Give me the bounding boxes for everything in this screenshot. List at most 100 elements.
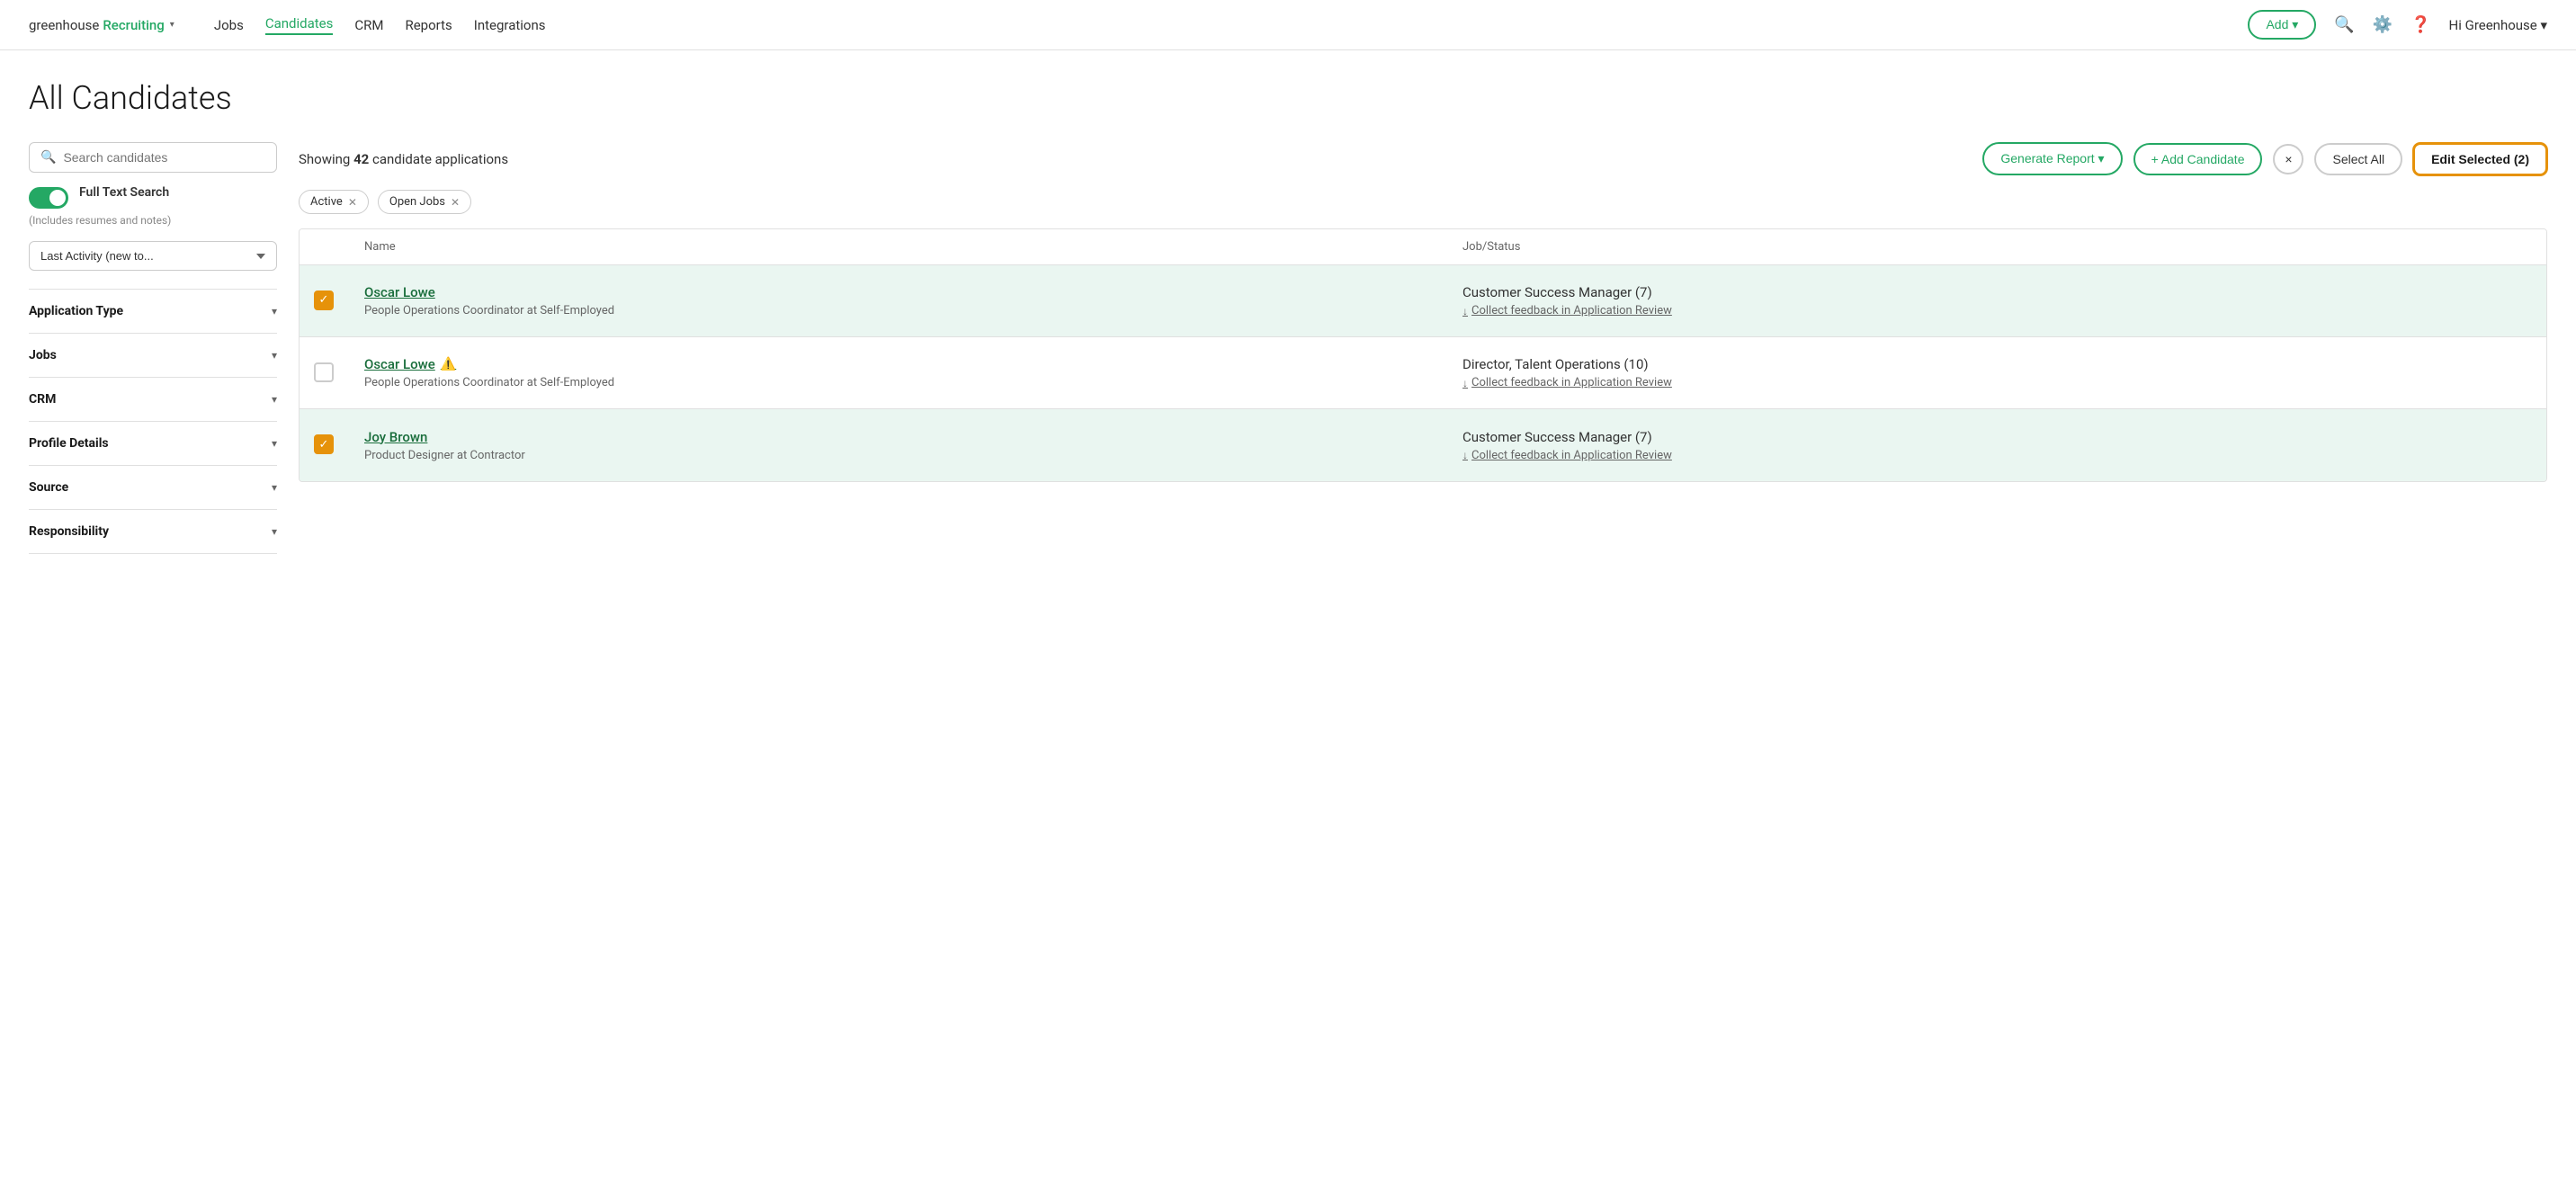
job-title-1: Customer Success Manager (7) (1462, 284, 2532, 300)
filter-tag-open-jobs[interactable]: Open Jobs ✕ (378, 190, 471, 214)
full-text-toggle[interactable] (29, 187, 68, 209)
sidebar-section-crm-label: CRM (29, 392, 56, 407)
nav-crm[interactable]: CRM (354, 17, 383, 33)
sidebar-section-application-type-header[interactable]: Application Type ▾ (29, 290, 277, 333)
name-cell-1: Oscar Lowe People Operations Coordinator… (350, 270, 1448, 332)
sidebar-section-source-header[interactable]: Source ▾ (29, 466, 277, 509)
collect-arrow-icon-3: ↓ (1462, 449, 1468, 461)
row-checkbox-2[interactable] (314, 362, 335, 384)
candidate-name-text-1: Oscar Lowe (364, 284, 435, 300)
table-row: ✓ Joy Brown Product Designer at Contract… (300, 409, 2546, 481)
select-all-button[interactable]: Select All (2314, 143, 2402, 175)
nav-jobs[interactable]: Jobs (214, 17, 244, 33)
search-icon: 🔍 (40, 150, 56, 165)
add-button[interactable]: Add ▾ (2248, 10, 2316, 40)
candidate-sub-3: Product Designer at Contractor (364, 449, 1434, 462)
filter-tag-active-remove[interactable]: ✕ (348, 196, 357, 209)
th-name: Name (350, 229, 1448, 264)
chevron-down-icon: ▾ (272, 305, 277, 317)
chevron-down-icon-responsibility: ▾ (272, 525, 277, 538)
collect-arrow-icon-1: ↓ (1462, 305, 1468, 317)
filter-tag-open-jobs-label: Open Jobs (389, 195, 445, 209)
name-cell-3: Joy Brown Product Designer at Contractor (350, 415, 1448, 477)
row-checkbox-1[interactable]: ✓ (314, 291, 335, 312)
sidebar: 🔍 Full Text Search (Includes resumes and… (29, 142, 299, 554)
help-icon-button[interactable]: ❓ (2411, 15, 2430, 34)
collect-link-text-2: Collect feedback in Application Review (1471, 376, 1672, 389)
candidates-table: Name Job/Status ✓ (299, 228, 2547, 482)
nav-right: Add ▾ 🔍 ⚙️ ❓ Hi Greenhouse ▾ (2248, 10, 2547, 40)
add-candidate-label: + Add Candidate (2151, 152, 2245, 166)
add-candidate-button[interactable]: + Add Candidate (2133, 143, 2263, 175)
table-row: ✓ Oscar Lowe People Operations Coordinat… (300, 265, 2546, 337)
collect-link-text-1: Collect feedback in Application Review (1471, 304, 1672, 317)
filter-tag-open-jobs-remove[interactable]: ✕ (451, 196, 460, 209)
sidebar-section-responsibility: Responsibility ▾ (29, 510, 277, 554)
sidebar-section-crm: CRM ▾ (29, 378, 277, 422)
generate-report-button[interactable]: Generate Report ▾ (1982, 142, 2122, 175)
collect-link-1[interactable]: ↓ Collect feedback in Application Review (1462, 304, 2532, 317)
main-toolbar: Showing 42 candidate applications Genera… (299, 142, 2547, 175)
job-cell-1: Customer Success Manager (7) ↓ Collect f… (1448, 270, 2546, 332)
brand-chevron-icon: ▾ (170, 20, 174, 30)
checkbox-cell-3: ✓ (300, 434, 350, 456)
sidebar-section-application-type: Application Type ▾ (29, 290, 277, 334)
brand-greenhouse: greenhouse (29, 17, 99, 33)
collect-link-text-3: Collect feedback in Application Review (1471, 449, 1672, 462)
settings-icon-button[interactable]: ⚙️ (2373, 15, 2393, 34)
nav-integrations[interactable]: Integrations (474, 17, 546, 33)
th-job-status: Job/Status (1448, 229, 2546, 264)
search-icon-button[interactable]: 🔍 (2334, 15, 2354, 34)
search-box[interactable]: 🔍 (29, 142, 277, 173)
row-checkbox-3[interactable]: ✓ (314, 434, 335, 456)
sidebar-section-crm-header[interactable]: CRM ▾ (29, 378, 277, 421)
chevron-down-icon-crm: ▾ (272, 393, 277, 406)
sidebar-section-jobs-label: Jobs (29, 348, 57, 362)
full-text-label: Full Text Search (79, 185, 169, 200)
chevron-down-icon-source: ▾ (272, 481, 277, 494)
checkbox-cell-1: ✓ (300, 291, 350, 312)
alert-icon-2: ⚠️ (441, 357, 456, 371)
nav-reports[interactable]: Reports (405, 17, 452, 33)
table-header: Name Job/Status (300, 229, 2546, 265)
brand-recruiting: Recruiting (103, 17, 164, 33)
candidate-name-1[interactable]: Oscar Lowe (364, 284, 1434, 300)
candidate-name-text-2: Oscar Lowe (364, 356, 435, 372)
greeting-text[interactable]: Hi Greenhouse ▾ (2449, 17, 2547, 33)
brand-logo[interactable]: greenhouse Recruiting ▾ (29, 17, 174, 33)
table-row: Oscar Lowe ⚠️ People Operations Coordina… (300, 337, 2546, 409)
candidate-sub-2: People Operations Coordinator at Self-Em… (364, 376, 1434, 389)
nav-links: Jobs Candidates CRM Reports Integrations (214, 15, 2223, 35)
sidebar-section-application-type-label: Application Type (29, 304, 123, 318)
name-cell-2: Oscar Lowe ⚠️ People Operations Coordina… (350, 342, 1448, 404)
sidebar-section-responsibility-label: Responsibility (29, 524, 109, 539)
candidate-name-2[interactable]: Oscar Lowe ⚠️ (364, 356, 1434, 372)
chevron-down-icon-profile: ▾ (272, 437, 277, 450)
job-title-3: Customer Success Manager (7) (1462, 429, 2532, 445)
sidebar-section-profile-details-header[interactable]: Profile Details ▾ (29, 422, 277, 465)
main-content: Showing 42 candidate applications Genera… (299, 142, 2547, 554)
search-input[interactable] (63, 150, 265, 165)
nav-candidates[interactable]: Candidates (265, 15, 334, 35)
candidate-name-3[interactable]: Joy Brown (364, 429, 1434, 445)
sidebar-section-source: Source ▾ (29, 466, 277, 510)
sidebar-section-responsibility-header[interactable]: Responsibility ▾ (29, 510, 277, 553)
page-title: All Candidates (29, 79, 2547, 117)
checkbox-cell-2 (300, 362, 350, 384)
sidebar-section-jobs-header[interactable]: Jobs ▾ (29, 334, 277, 377)
clear-selection-button[interactable]: × (2273, 144, 2303, 174)
collect-link-3[interactable]: ↓ Collect feedback in Application Review (1462, 449, 2532, 462)
generate-report-label: Generate Report ▾ (2000, 151, 2104, 166)
job-cell-2: Director, Talent Operations (10) ↓ Colle… (1448, 342, 2546, 404)
sidebar-section-source-label: Source (29, 480, 68, 495)
collect-link-2[interactable]: ↓ Collect feedback in Application Review (1462, 376, 2532, 389)
sidebar-section-profile-details-label: Profile Details (29, 436, 109, 451)
filter-tag-active[interactable]: Active ✕ (299, 190, 369, 214)
edit-selected-button[interactable]: Edit Selected (2) (2413, 143, 2547, 175)
sort-select[interactable]: Last Activity (new to... Last Activity (… (29, 241, 277, 271)
showing-text: Showing 42 candidate applications (299, 151, 508, 167)
top-nav: greenhouse Recruiting ▾ Jobs Candidates … (0, 0, 2576, 50)
full-text-search-row: Full Text Search (29, 185, 277, 209)
candidate-sub-1: People Operations Coordinator at Self-Em… (364, 304, 1434, 317)
collect-arrow-icon-2: ↓ (1462, 377, 1468, 389)
